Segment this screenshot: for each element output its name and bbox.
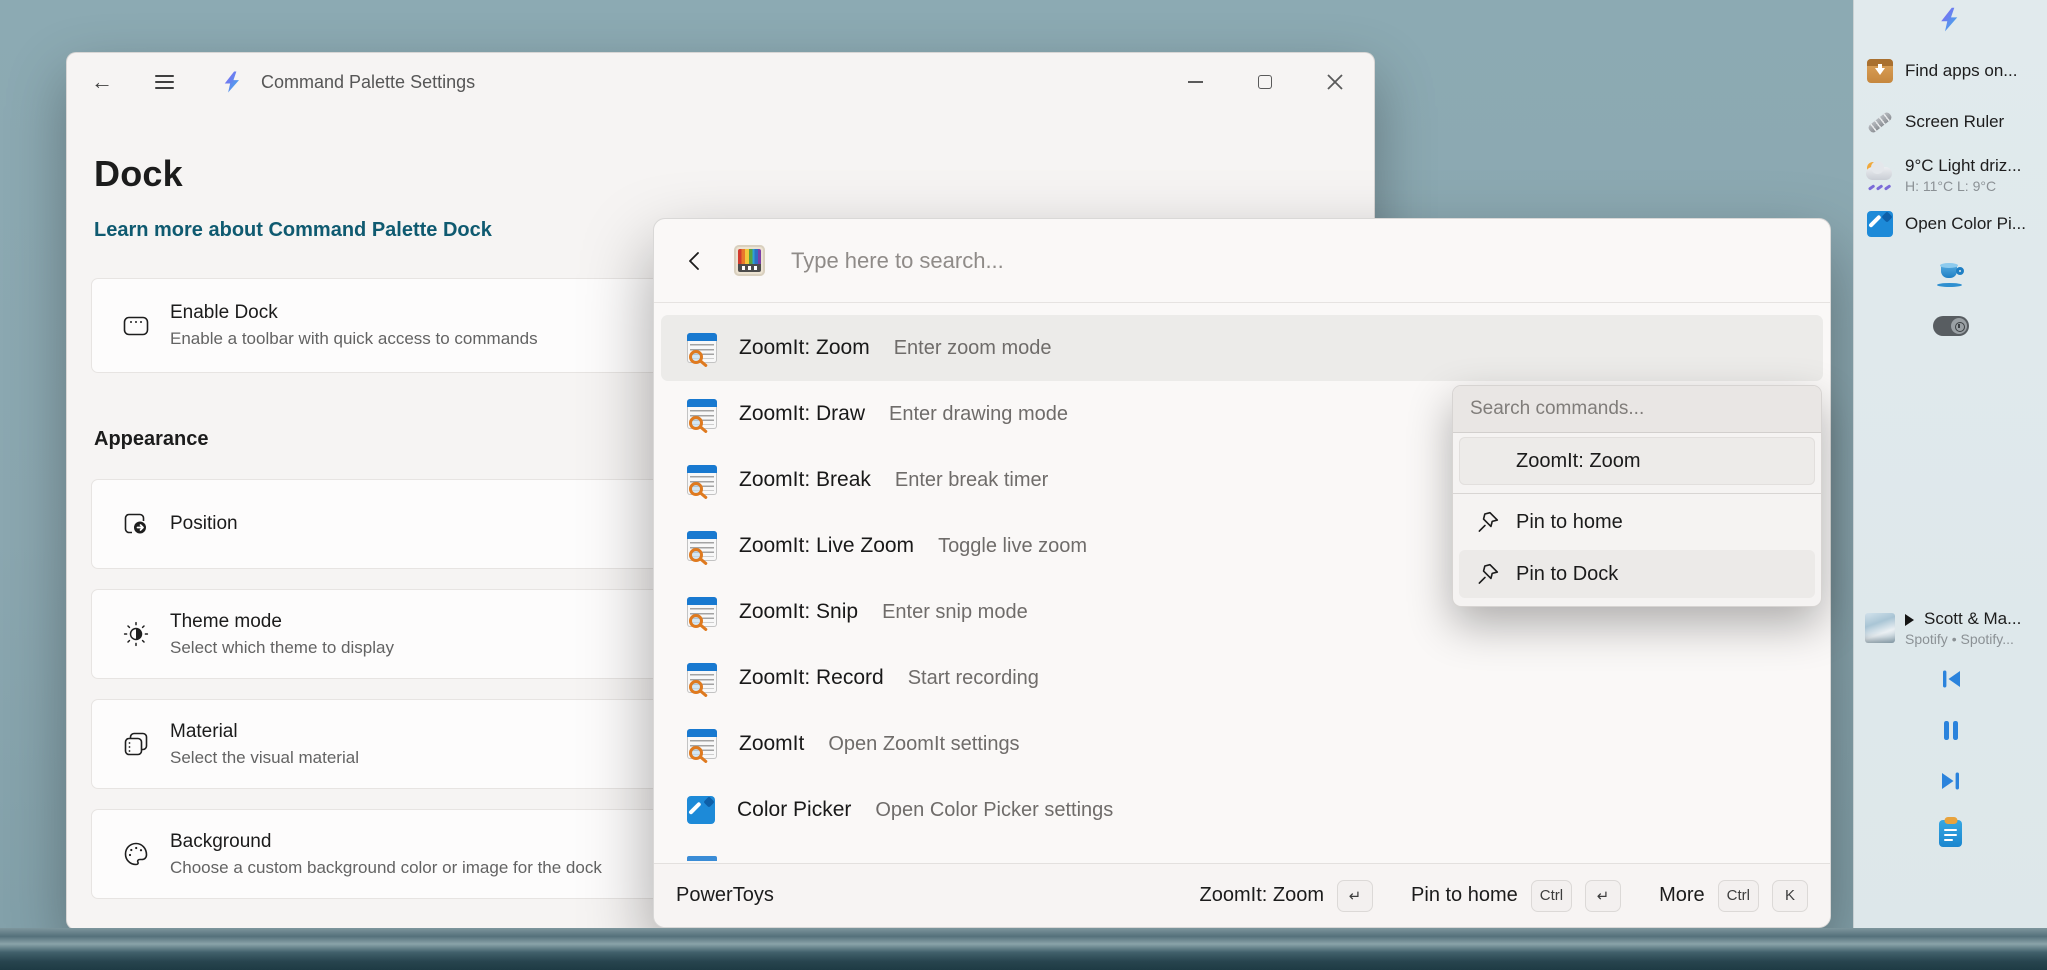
context-menu-item-pin-home[interactable]: Pin to home [1459, 498, 1815, 546]
weather-high-low: H: 11°C L: 9°C [1905, 178, 2021, 194]
palette-icon [119, 839, 153, 869]
palette-footer: PowerToys ZoomIt: Zoom ↵ Pin to home Ctr… [654, 863, 1830, 927]
search-input[interactable] [791, 248, 1830, 274]
partial-list-item [687, 856, 717, 861]
media-title: Scott & Ma... [1905, 609, 2021, 629]
zoomit-icon [687, 531, 717, 561]
pin-icon [1475, 561, 1501, 587]
weather-temp: 9°C Light driz... [1905, 156, 2021, 176]
page-title: Dock [94, 153, 1350, 195]
palette-back-button[interactable] [680, 246, 710, 276]
position-title: Position [170, 513, 238, 535]
package-icon [1867, 59, 1893, 83]
list-item-zoomit-zoom[interactable]: ZoomIt: Zoom Enter zoom mode [661, 315, 1823, 381]
color-picker-icon [687, 796, 715, 824]
background-subtitle: Choose a custom background color or imag… [170, 858, 602, 878]
material-icon [119, 729, 153, 759]
position-icon [119, 509, 153, 539]
play-icon [1905, 614, 1920, 626]
dock-item-clipboard[interactable] [1854, 818, 2047, 848]
context-search-input[interactable] [1470, 398, 1801, 420]
zoomit-icon [687, 333, 717, 363]
powertoys-bolt-icon [1854, 6, 2047, 33]
theme-mode-subtitle: Select which theme to display [170, 638, 394, 658]
appearance-header: Appearance [94, 428, 209, 451]
theme-mode-title: Theme mode [170, 611, 394, 633]
coffee-cup-icon [1936, 263, 1966, 287]
clipboard-icon [1939, 820, 1962, 847]
enter-key-badge: ↵ [1337, 880, 1373, 912]
dock-item-awake-toggle[interactable] [1854, 316, 2047, 336]
secondary-action-button[interactable]: Pin to home [1411, 884, 1518, 907]
context-menu-item-primary[interactable]: ZoomIt: Zoom [1459, 437, 1815, 485]
zoomit-icon [687, 663, 717, 693]
list-item-zoomit-record[interactable]: ZoomIt: Record Start recording [661, 645, 1823, 711]
context-menu: ZoomIt: Zoom Pin to home Pin to Dock [1452, 385, 1822, 607]
zoomit-icon [687, 729, 717, 759]
powertoys-bolt-icon [221, 70, 245, 94]
ctrl-key-badge: Ctrl [1531, 880, 1572, 912]
dock-item-next-track[interactable] [1854, 768, 2047, 794]
dock-item-screen-ruler[interactable]: Screen Ruler [1864, 104, 2043, 140]
context-menu-search[interactable] [1453, 386, 1821, 433]
dock-sidebar: Find apps on... Screen Ruler 9°C Light d… [1853, 0, 2047, 970]
clock-toggle-icon [1933, 316, 1969, 336]
enter-key-badge: ↵ [1585, 880, 1621, 912]
zoomit-icon [687, 399, 717, 429]
next-track-icon [1939, 770, 1963, 792]
dock-item-now-playing[interactable]: Scott & Ma... Spotify • Spotify... [1864, 606, 2043, 650]
material-title: Material [170, 721, 359, 743]
dock-item-coffee[interactable] [1854, 262, 2047, 288]
background-title: Background [170, 831, 602, 853]
list-item-zoomit-settings[interactable]: ZoomIt Open ZoomIt settings [661, 711, 1823, 777]
zoomit-app-icon [734, 245, 765, 276]
dock-toolbar-icon [119, 311, 153, 341]
enable-dock-subtitle: Enable a toolbar with quick access to co… [170, 329, 538, 349]
desktop-wallpaper-strip [0, 928, 2047, 970]
context-menu-divider [1453, 493, 1821, 494]
material-subtitle: Select the visual material [170, 748, 359, 768]
theme-mode-icon [119, 619, 153, 649]
ctrl-key-badge: Ctrl [1718, 880, 1759, 912]
dock-item-color-picker[interactable]: Open Color Pi... [1864, 206, 2043, 242]
pause-icon [1940, 719, 1962, 742]
enable-dock-title: Enable Dock [170, 302, 538, 324]
menu-button[interactable] [147, 65, 181, 99]
weather-icon [1865, 161, 1895, 189]
k-key-badge: K [1772, 880, 1808, 912]
back-button[interactable]: ← [85, 65, 119, 99]
dock-item-previous-track[interactable] [1854, 666, 2047, 692]
list-item-color-picker[interactable]: Color Picker Open Color Picker settings [661, 777, 1823, 843]
dock-item-find-apps[interactable]: Find apps on... [1864, 53, 2043, 89]
minimize-button[interactable] [1174, 65, 1216, 99]
desktop: ← Command Palette Settings Dock [0, 0, 2047, 970]
previous-track-icon [1939, 668, 1963, 690]
footer-app-name: PowerToys [676, 884, 774, 907]
dock-item-weather[interactable]: 9°C Light driz... H: 11°C L: 9°C [1864, 152, 2043, 198]
zoomit-icon [687, 465, 717, 495]
palette-header [654, 219, 1830, 303]
more-button[interactable]: More [1659, 884, 1705, 907]
context-menu-item-pin-dock[interactable]: Pin to Dock [1459, 550, 1815, 598]
album-art [1865, 613, 1895, 643]
close-button[interactable] [1314, 65, 1356, 99]
pin-icon [1475, 509, 1501, 535]
learn-more-link[interactable]: Learn more about Command Palette Dock [94, 219, 492, 242]
window-title: Command Palette Settings [261, 72, 475, 93]
maximize-button[interactable] [1244, 65, 1286, 99]
zoomit-icon [687, 597, 717, 627]
media-subtitle: Spotify • Spotify... [1905, 631, 2021, 647]
titlebar: ← Command Palette Settings [67, 53, 1374, 111]
primary-action-button[interactable]: ZoomIt: Zoom [1200, 884, 1324, 907]
ruler-icon [1867, 110, 1893, 133]
color-picker-icon [1867, 211, 1893, 237]
dock-item-pause[interactable] [1854, 717, 2047, 743]
